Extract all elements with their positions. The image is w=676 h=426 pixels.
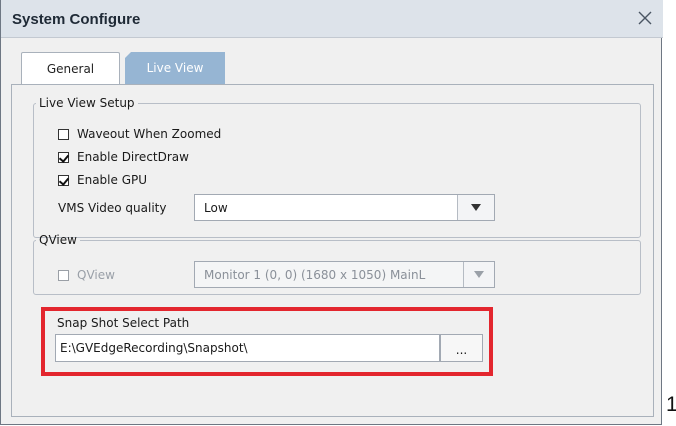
waveout-when-zoomed-option[interactable]: Waveout When Zoomed: [58, 125, 221, 143]
dropdown-arrow[interactable]: [463, 262, 494, 287]
tab-live-view-label: Live View: [146, 61, 204, 75]
chevron-down-icon: [474, 271, 484, 278]
qview-monitor-select[interactable]: Monitor 1 (0, 0) (1680 x 1050) MainL: [194, 261, 495, 288]
dialog-title: System Configure: [12, 11, 141, 28]
qview-option[interactable]: QView: [58, 266, 115, 284]
qview-legend: QView: [39, 233, 77, 247]
highlight-box: [41, 307, 493, 376]
qview-checkbox-label: QView: [77, 268, 115, 282]
enable-directdraw-option[interactable]: Enable DirectDraw: [58, 148, 189, 166]
waveout-when-zoomed-label: Waveout When Zoomed: [77, 127, 222, 141]
tab-live-view[interactable]: Live View: [125, 52, 225, 84]
system-configure-dialog: System Configure General Live View Live …: [0, 0, 663, 425]
dropdown-arrow[interactable]: [457, 195, 494, 220]
vms-video-quality-label: VMS Video quality: [58, 201, 167, 215]
enable-gpu-option[interactable]: Enable GPU: [58, 171, 147, 189]
chevron-down-icon: [471, 204, 481, 211]
vms-video-quality-select[interactable]: Low: [194, 194, 495, 221]
waveout-when-zoomed-checkbox[interactable]: [58, 128, 69, 140]
live-view-setup-legend: Live View Setup: [39, 96, 135, 110]
close-icon: [638, 11, 652, 25]
tab-general[interactable]: General: [21, 52, 120, 84]
enable-directdraw-checkbox[interactable]: [58, 151, 69, 163]
close-button[interactable]: [631, 4, 659, 32]
enable-gpu-checkbox[interactable]: [58, 174, 69, 186]
vms-video-quality-value: Low: [204, 200, 228, 215]
enable-directdraw-label: Enable DirectDraw: [77, 150, 189, 164]
title-bar: System Configure: [1, 0, 663, 38]
page-edge-text: 1: [666, 393, 676, 416]
tab-general-label: General: [46, 61, 95, 76]
qview-monitor-value: Monitor 1 (0, 0) (1680 x 1050) MainL: [204, 267, 426, 282]
enable-gpu-label: Enable GPU: [77, 173, 148, 187]
qview-checkbox[interactable]: [58, 269, 69, 281]
